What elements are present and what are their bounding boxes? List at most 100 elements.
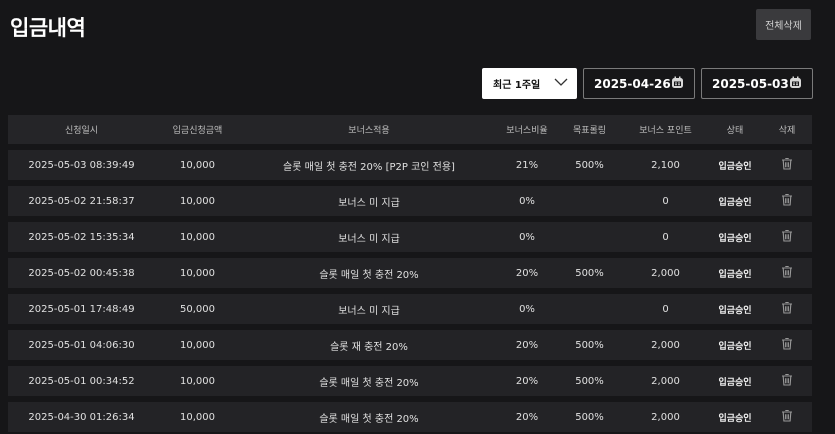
bonus-points-cell: 2,000 [651,339,680,351]
request-datetime-cell: 2025-05-01 00:34:52 [28,375,135,387]
deposit-history-table: 신청일시 입금신청금액 보너스적용 보너스비율 목표롤링 보너스 포인트 상태 … [8,115,812,432]
bonus-points-cell: 2,000 [651,375,680,387]
table-row: 2025-05-01 17:48:49 50,000 보너스 미 지급 0% 0… [8,294,812,324]
filter-bar: 최근 1주일 2025-04-26 2025-05-03 [482,68,813,99]
delete-cell [762,229,812,245]
bonus-points-cell: 2,000 [651,267,680,279]
calendar-icon[interactable] [789,76,802,92]
column-header: 상태 [726,126,744,136]
calendar-icon[interactable] [671,76,684,92]
target-rolling-cell: 500% [575,159,604,171]
column-header: 삭제 [778,126,796,136]
page-title: 입금내역 [10,16,86,40]
table-row: 2025-05-02 15:35:34 10,000 보너스 미 지급 0% 0… [8,222,812,252]
bonus-applied-cell: 보너스 미 지급 [338,233,400,245]
status-badge: 입금승인 [718,341,752,352]
deposit-amount-cell: 10,000 [180,267,215,279]
chevron-down-icon [554,78,568,89]
request-datetime-cell: 2025-05-01 17:48:49 [28,303,135,315]
bonus-ratio-cell: 20% [515,339,539,351]
bonus-applied-cell: 보너스 미 지급 [338,197,400,209]
end-date-value: 2025-05-03 [712,76,789,91]
bonus-points-cell: 2,000 [651,411,680,423]
delete-cell [762,265,812,281]
table-row: 2025-05-02 21:58:37 10,000 보너스 미 지급 0% 0… [8,186,812,216]
status-badge: 입금승인 [718,413,752,424]
deposit-amount-cell: 50,000 [180,303,215,315]
bonus-points-cell: 0 [662,303,669,315]
status-badge: 입금승인 [718,233,752,244]
request-datetime-cell: 2025-04-30 01:26:34 [28,411,135,423]
status-badge: 입금승인 [718,305,752,316]
delete-cell [762,337,812,353]
delete-cell [762,373,812,389]
trash-icon[interactable] [781,373,793,389]
bonus-ratio-cell: 0% [519,195,535,207]
deposit-amount-cell: 10,000 [180,339,215,351]
bonus-points-cell: 0 [662,231,669,243]
bonus-ratio-cell: 0% [519,303,535,315]
table-header: 신청일시 입금신청금액 보너스적용 보너스비율 목표롤링 보너스 포인트 상태 … [8,115,812,144]
delete-all-button[interactable]: 전체삭제 [756,9,811,40]
start-date-value: 2025-04-26 [594,76,671,91]
status-badge: 입금승인 [718,377,752,388]
table-body: 2025-05-03 08:39:49 10,000 슬롯 매일 첫 충전 20… [8,150,812,432]
delete-cell [762,157,812,173]
delete-cell [762,193,812,209]
bonus-points-cell: 2,100 [651,159,680,171]
status-badge: 입금승인 [718,197,752,208]
target-rolling-cell: 500% [575,411,604,423]
column-header: 보너스 포인트 [639,126,692,136]
target-rolling-cell: 500% [575,375,604,387]
deposit-amount-cell: 10,000 [180,159,215,171]
trash-icon[interactable] [781,265,793,281]
trash-icon[interactable] [781,193,793,209]
table-row: 2025-04-30 01:26:34 10,000 슬롯 매일 첫 충전 20… [8,402,812,432]
delete-cell [762,301,812,317]
trash-icon[interactable] [781,409,793,425]
column-header: 신청일시 [64,126,99,136]
bonus-applied-cell: 슬롯 매일 첫 충전 20% [319,413,419,425]
bonus-ratio-cell: 0% [519,231,535,243]
status-badge: 입금승인 [718,269,752,280]
bonus-applied-cell: 슬롯 매일 첫 충전 20% [P2P 코인 전용] [283,161,455,173]
deposit-amount-cell: 10,000 [180,375,215,387]
request-datetime-cell: 2025-05-02 15:35:34 [28,231,135,243]
status-badge: 입금승인 [718,161,752,172]
request-datetime-cell: 2025-05-02 00:45:38 [28,267,135,279]
bonus-ratio-cell: 21% [515,159,539,171]
column-header: 보너스적용 [348,126,390,136]
delete-cell [762,409,812,425]
bonus-applied-cell: 슬롯 매일 첫 충전 20% [319,377,419,389]
target-rolling-cell: 500% [575,267,604,279]
table-row: 2025-05-03 08:39:49 10,000 슬롯 매일 첫 충전 20… [8,150,812,180]
period-select-label: 최근 1주일 [493,80,541,91]
bonus-ratio-cell: 20% [515,267,539,279]
request-datetime-cell: 2025-05-02 21:58:37 [28,195,135,207]
deposit-amount-cell: 10,000 [180,411,215,423]
table-row: 2025-05-01 04:06:30 10,000 슬롯 재 충전 20% 2… [8,330,812,360]
bonus-ratio-cell: 20% [515,411,539,423]
trash-icon[interactable] [781,301,793,317]
column-header: 목표롤링 [572,126,607,136]
deposit-amount-cell: 10,000 [180,231,215,243]
bonus-points-cell: 0 [662,195,669,207]
end-date-field[interactable]: 2025-05-03 [701,68,813,99]
column-header: 보너스비율 [506,126,548,136]
start-date-field[interactable]: 2025-04-26 [583,68,695,99]
bonus-applied-cell: 슬롯 재 충전 20% [330,341,408,353]
bonus-applied-cell: 보너스 미 지급 [338,305,400,317]
trash-icon[interactable] [781,337,793,353]
trash-icon[interactable] [781,229,793,245]
request-datetime-cell: 2025-05-03 08:39:49 [28,159,135,171]
trash-icon[interactable] [781,157,793,173]
table-row: 2025-05-02 00:45:38 10,000 슬롯 매일 첫 충전 20… [8,258,812,288]
bonus-ratio-cell: 20% [515,375,539,387]
column-header: 입금신청금액 [172,126,223,136]
period-select[interactable]: 최근 1주일 [482,68,577,99]
table-row: 2025-05-01 00:34:52 10,000 슬롯 매일 첫 충전 20… [8,366,812,396]
bonus-applied-cell: 슬롯 매일 첫 충전 20% [319,269,419,281]
request-datetime-cell: 2025-05-01 04:06:30 [28,339,135,351]
target-rolling-cell: 500% [575,339,604,351]
deposit-amount-cell: 10,000 [180,195,215,207]
